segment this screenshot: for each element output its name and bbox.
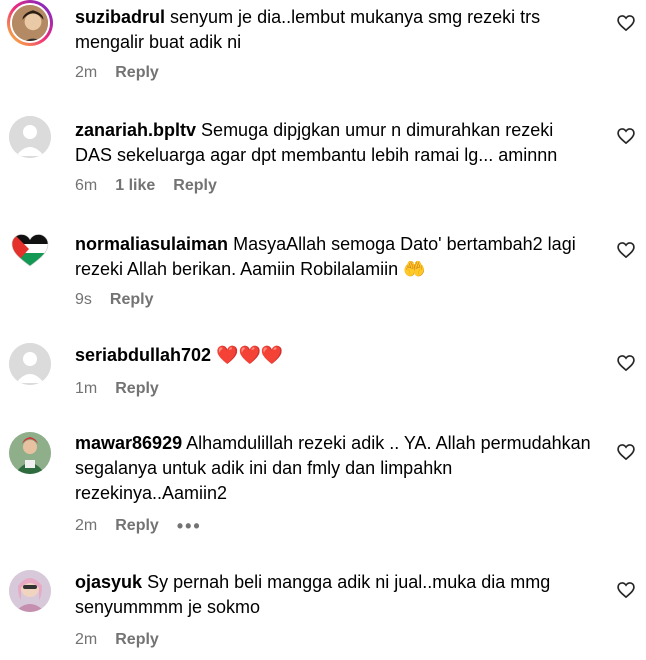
avatar[interactable] [7,0,53,46]
comment-text: Sy pernah beli mangga adik ni jual..muka… [75,572,551,617]
avatar[interactable] [9,570,51,612]
palestine-flag-heart[interactable] [9,229,51,271]
comment-username[interactable]: seriabdullah702 [75,345,211,365]
user-photo-icon [9,432,51,474]
comment-time: 2m [75,64,98,81]
like-heart-icon[interactable] [616,580,636,600]
likes-count[interactable]: 1 like [115,177,155,195]
red-hearts-emoji: ❤️❤️❤️ [216,345,284,366]
comment-username[interactable]: mawar86929 [75,433,182,453]
praying-hands-emoji: 🤲 [403,259,426,280]
comment-username[interactable]: zanariah.bpltv [75,120,196,140]
user-photo-icon [9,570,51,612]
like-heart-icon[interactable] [616,240,636,260]
comment-time: 9s [75,291,92,308]
comment-time: 2m [75,517,98,534]
more-options-icon[interactable]: ••• [177,517,202,535]
reply-button[interactable]: Reply [115,380,159,398]
user-photo-icon [12,5,48,41]
like-heart-icon[interactable] [616,13,636,33]
reply-button[interactable]: Reply [115,64,159,82]
comment-time: 6m [75,177,98,194]
default-avatar-icon[interactable] [9,116,51,158]
like-heart-icon[interactable] [616,442,636,462]
reply-button[interactable]: Reply [115,631,159,649]
avatar[interactable] [9,432,51,474]
comment-username[interactable]: suzibadrul [75,7,165,27]
reply-button[interactable]: Reply [110,291,154,309]
reply-button[interactable]: Reply [115,517,159,535]
like-heart-icon[interactable] [616,126,636,146]
comment-username[interactable]: normaliasulaiman [75,234,228,254]
comment-time: 1m [75,380,98,397]
reply-button[interactable]: Reply [173,177,217,195]
comment-username[interactable]: ojasyuk [75,572,142,592]
default-avatar-icon[interactable] [9,343,51,385]
like-heart-icon[interactable] [616,353,636,373]
comment-time: 2m [75,631,98,648]
